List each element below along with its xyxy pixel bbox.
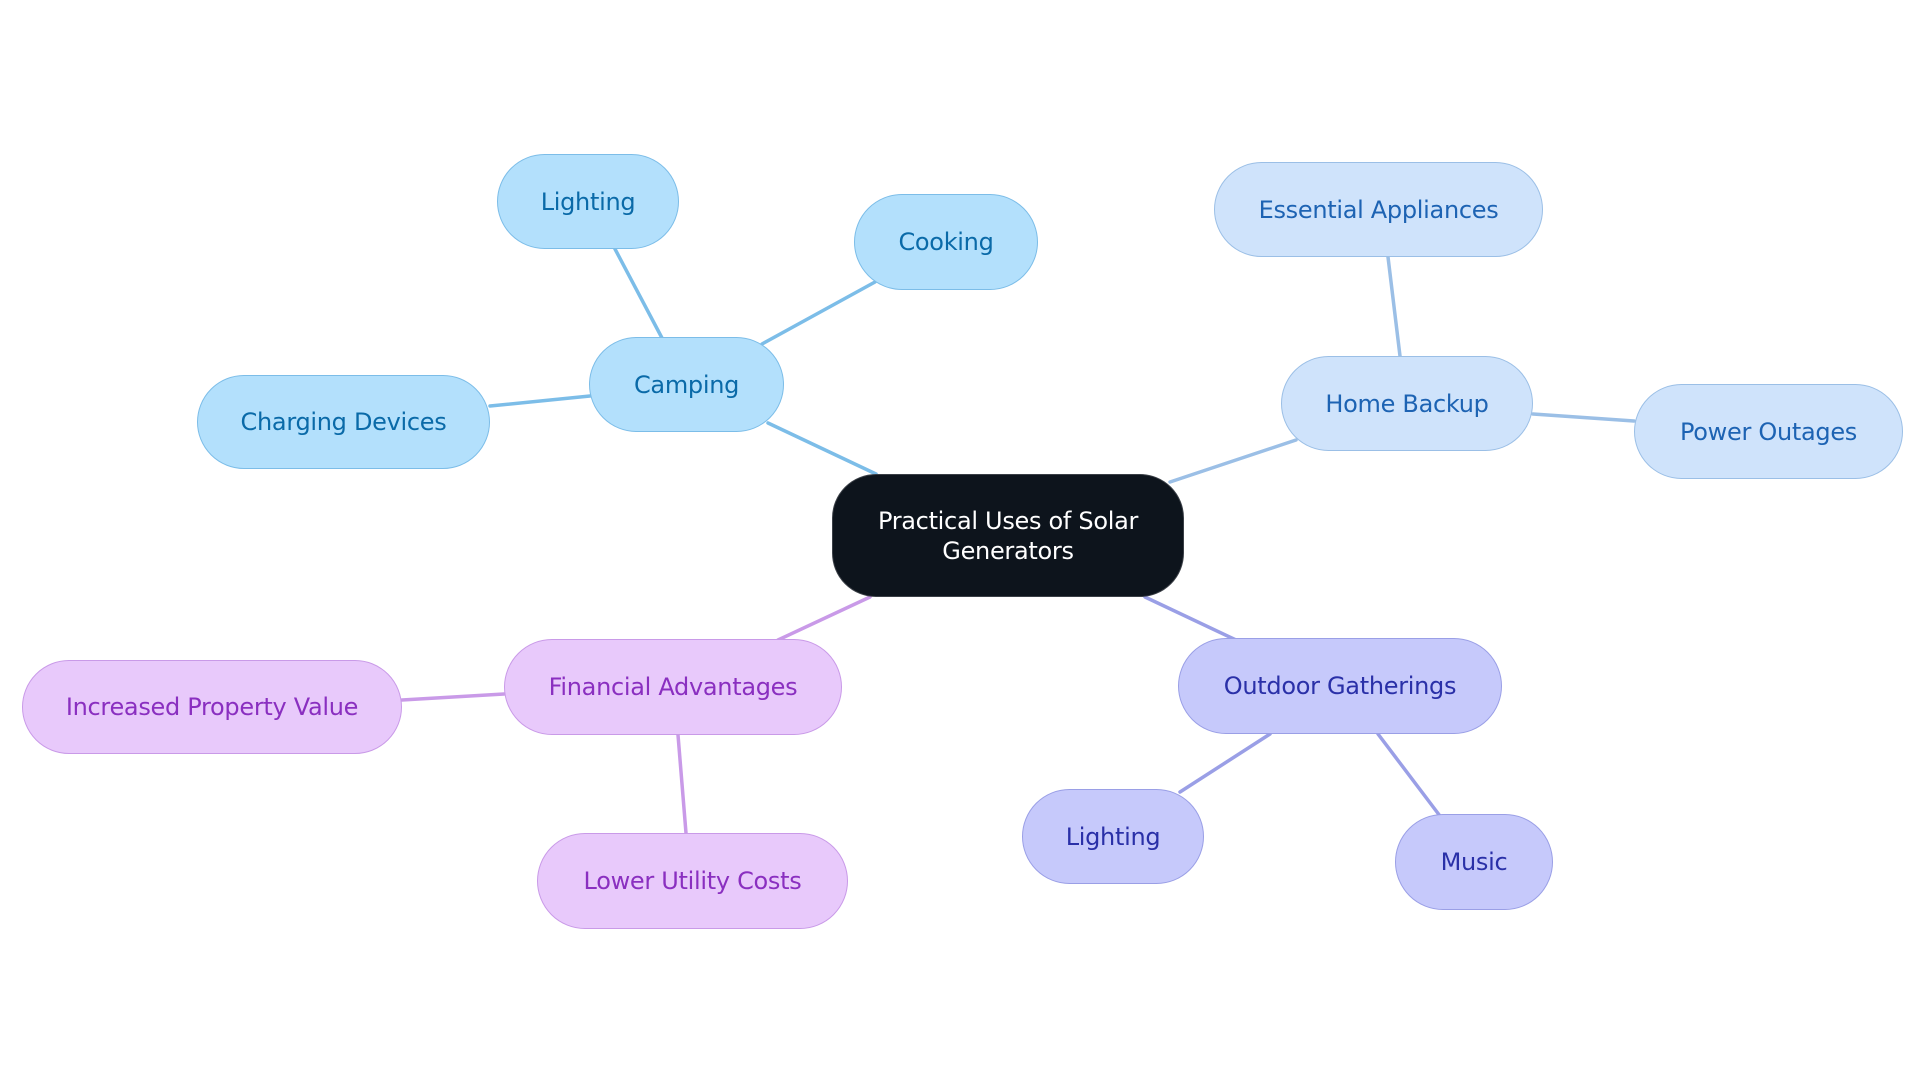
leaf-node-home-essential-label: Essential Appliances (1258, 195, 1499, 224)
leaf-node-fin-property-label: Increased Property Value (65, 693, 359, 721)
edge-financial-to-fin-utility (676, 733, 688, 835)
leaf-node-out-music-label: Music (1440, 848, 1508, 876)
leaf-node-out-lighting-label: Lighting (1065, 822, 1161, 851)
edge-root-to-camping (766, 421, 878, 476)
edge-financial-to-fin-property (400, 692, 506, 702)
leaf-node-camping-lighting-label: Lighting (540, 187, 636, 216)
edge-root-to-financial (776, 595, 872, 642)
leaf-node-home-essential[interactable]: Essential Appliances (1214, 162, 1543, 257)
branch-node-outdoor-label: Outdoor Gatherings (1223, 672, 1457, 700)
leaf-node-camping-charging[interactable]: Charging Devices (197, 375, 490, 469)
leaf-node-camping-cooking-label: Cooking (898, 228, 994, 256)
branch-node-camping[interactable]: Camping (589, 337, 784, 432)
edge-root-to-home-backup (1168, 438, 1298, 484)
edge-home-backup-to-home-outages (1531, 412, 1636, 423)
branch-node-home-backup-label: Home Backup (1325, 389, 1489, 418)
leaf-node-camping-lighting[interactable]: Lighting (497, 154, 679, 249)
leaf-node-home-outages-label: Power Outages (1679, 417, 1857, 446)
edge-outdoor-to-out-music (1376, 732, 1442, 818)
edge-camping-to-camping-cooking (760, 280, 877, 346)
branch-node-outdoor[interactable]: Outdoor Gatherings (1178, 638, 1502, 734)
leaf-node-camping-charging-label: Charging Devices (240, 408, 447, 436)
branch-node-financial[interactable]: Financial Advantages (504, 639, 842, 735)
leaf-node-out-lighting[interactable]: Lighting (1022, 789, 1204, 884)
branch-node-home-backup[interactable]: Home Backup (1281, 356, 1533, 451)
leaf-node-camping-cooking[interactable]: Cooking (854, 194, 1038, 290)
edge-root-to-outdoor (1143, 595, 1238, 642)
branch-node-camping-label: Camping (633, 370, 740, 399)
leaf-node-home-outages[interactable]: Power Outages (1634, 384, 1903, 479)
leaf-node-fin-utility[interactable]: Lower Utility Costs (537, 833, 848, 929)
leaf-node-fin-property[interactable]: Increased Property Value (22, 660, 402, 754)
root-node[interactable]: Practical Uses of Solar Generators (832, 474, 1184, 597)
leaf-node-out-music[interactable]: Music (1395, 814, 1553, 910)
mindmap-canvas: Practical Uses of Solar Generators Campin… (0, 0, 1920, 1083)
branch-node-financial-label: Financial Advantages (548, 673, 798, 701)
root-node-label: Practical Uses of Solar Generators (877, 506, 1139, 565)
edge-home-backup-to-home-essential (1386, 255, 1402, 358)
edge-outdoor-to-out-lighting (1178, 732, 1272, 794)
edge-camping-to-camping-lighting (613, 247, 664, 340)
edge-camping-to-camping-charging (488, 394, 592, 408)
leaf-node-fin-utility-label: Lower Utility Costs (583, 867, 802, 895)
